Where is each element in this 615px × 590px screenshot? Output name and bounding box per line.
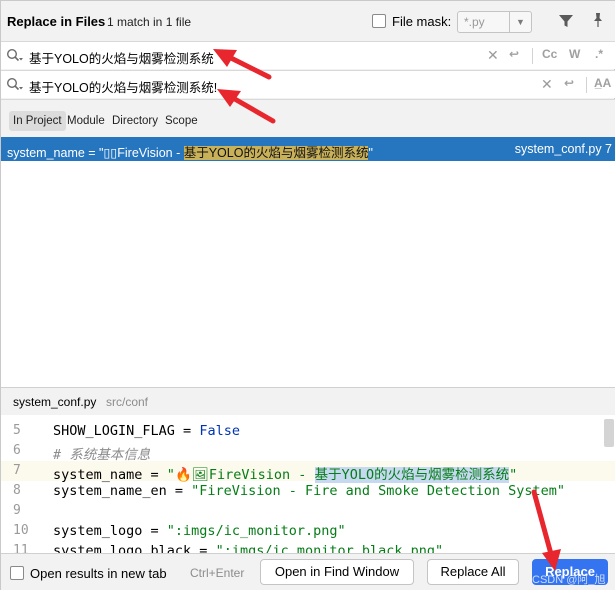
open-in-find-window-button[interactable]: Open in Find Window xyxy=(260,559,414,585)
file-mask-label: File mask: xyxy=(392,14,452,29)
result-row[interactable]: system_name = "▯▯FireVision - 基于YOLO的火焰与… xyxy=(1,137,615,161)
watermark: CSDN @阿_旭 xyxy=(532,574,606,586)
shortcut-hint: Ctrl+Enter xyxy=(190,566,245,580)
search-input[interactable]: 基于YOLO的火焰与烟雾检测系统 xyxy=(29,48,214,67)
tab-in-project[interactable]: In Project xyxy=(9,111,66,131)
dialog-header: Replace in Files 1 match in 1 file File … xyxy=(1,1,615,41)
clear-icon[interactable]: ✕ xyxy=(541,76,553,93)
clear-icon[interactable]: ✕ xyxy=(487,47,499,64)
regex-toggle[interactable]: .* xyxy=(595,47,603,61)
scope-bar: In Project Module Directory Scope xyxy=(1,99,615,137)
result-match: 基于YOLO的火焰与烟雾检测系统 xyxy=(183,146,369,160)
result-prefix: system_name = "▯▯FireVision - xyxy=(7,146,184,160)
dialog-title: Replace in Files xyxy=(7,14,106,29)
line-number: 8 xyxy=(13,483,21,498)
separator xyxy=(586,77,587,93)
find-row: 基于YOLO的火焰与烟雾检测系统 ✕ ↩ Cc W .* xyxy=(1,41,615,69)
newline-icon[interactable]: ↩ xyxy=(509,47,519,61)
chevron-down-icon[interactable]: ▼ xyxy=(509,12,531,32)
code-line: 6 # 系统基本信息 xyxy=(1,441,615,463)
line-number: 10 xyxy=(13,523,29,538)
code-text: # 系统基本信息 xyxy=(53,443,150,463)
code-token: ":imgs/ic_monitor_black.png" xyxy=(215,543,444,553)
code-line: 11 system_logo_black = ":imgs/ic_monitor_… xyxy=(1,541,615,553)
code-token: "FireVision - Fire and Smoke Detection S… xyxy=(191,483,566,499)
code-token: system_name_en = xyxy=(53,483,192,499)
open-results-label: Open results in new tab xyxy=(30,566,167,581)
tab-module[interactable]: Module xyxy=(63,111,109,131)
code-token: system_logo_black = xyxy=(53,543,216,553)
file-mask-checkbox[interactable] xyxy=(372,14,386,28)
line-number: 7 xyxy=(13,463,21,478)
search-icon[interactable] xyxy=(6,48,24,64)
preserve-case-toggle[interactable]: A̲A xyxy=(594,76,611,90)
replace-row: 基于YOLO的火焰与烟雾检测系统! ✕ ↩ A̲A xyxy=(1,70,615,98)
preview-file-name: system_conf.py xyxy=(13,395,97,409)
results-list: system_name = "▯▯FireVision - 基于YOLO的火焰与… xyxy=(1,137,615,387)
code-line: 9 xyxy=(1,501,615,521)
replace-all-button[interactable]: Replace All xyxy=(427,559,519,585)
tab-scope[interactable]: Scope xyxy=(161,111,202,131)
result-text: system_name = "▯▯FireVision - 基于YOLO的火焰与… xyxy=(7,142,373,161)
line-number: 5 xyxy=(13,423,21,438)
result-suffix: " xyxy=(368,146,373,160)
code-token: SHOW_LOGIN_FLAG = xyxy=(53,423,200,439)
code-text: system_name = "🔥🖼FireVision - 基于YOLO的火焰与… xyxy=(53,463,517,483)
replace-in-files-dialog: Replace in Files 1 match in 1 file File … xyxy=(0,0,615,590)
file-mask-value: *.py xyxy=(464,15,485,29)
whole-word-toggle[interactable]: W xyxy=(569,47,580,61)
result-file: system_conf.py 7 xyxy=(514,142,612,156)
preview-header: system_conf.py src/conf xyxy=(1,387,615,415)
code-token: False xyxy=(199,423,240,439)
code-line: 5 SHOW_LOGIN_FLAG = False xyxy=(1,421,615,441)
pin-icon[interactable] xyxy=(590,12,606,28)
newline-icon[interactable]: ↩ xyxy=(564,76,574,90)
replace-input[interactable]: 基于YOLO的火焰与烟雾检测系统! xyxy=(29,77,217,96)
dialog-footer: Open results in new tab Ctrl+Enter Open … xyxy=(1,553,615,590)
open-results-checkbox[interactable] xyxy=(10,566,24,580)
line-number: 6 xyxy=(13,443,21,458)
match-case-toggle[interactable]: Cc xyxy=(542,47,557,61)
code-line: 7 system_name = "🔥🖼FireVision - 基于YOLO的火焰… xyxy=(1,461,615,483)
file-mask-dropdown[interactable]: *.py ▼ xyxy=(457,11,532,33)
line-number: 11 xyxy=(13,543,29,553)
code-text: SHOW_LOGIN_FLAG = False xyxy=(53,423,240,439)
code-token: system_logo = xyxy=(53,523,167,539)
code-text: system_logo_black = ":imgs/ic_monitor_bl… xyxy=(53,543,443,553)
code-preview[interactable]: 5 SHOW_LOGIN_FLAG = False 6 # 系统基本信息 7 system… xyxy=(1,415,615,553)
filter-icon[interactable] xyxy=(558,13,574,29)
match-count: 1 match in 1 file xyxy=(107,15,192,29)
tab-directory[interactable]: Directory xyxy=(108,111,162,131)
code-token: ":imgs/ic_monitor.png" xyxy=(166,523,346,539)
code-text: system_name_en = "FireVision - Fire and … xyxy=(53,483,565,499)
separator xyxy=(532,48,533,64)
replace-history-icon[interactable] xyxy=(6,77,24,93)
line-number: 9 xyxy=(13,503,21,518)
preview-file-path: src/conf xyxy=(106,395,149,409)
code-text: system_logo = ":imgs/ic_monitor.png" xyxy=(53,523,346,539)
code-line: 8 system_name_en = "FireVision - Fire and… xyxy=(1,481,615,501)
code-line: 10 system_logo = ":imgs/ic_monitor.png" xyxy=(1,521,615,541)
